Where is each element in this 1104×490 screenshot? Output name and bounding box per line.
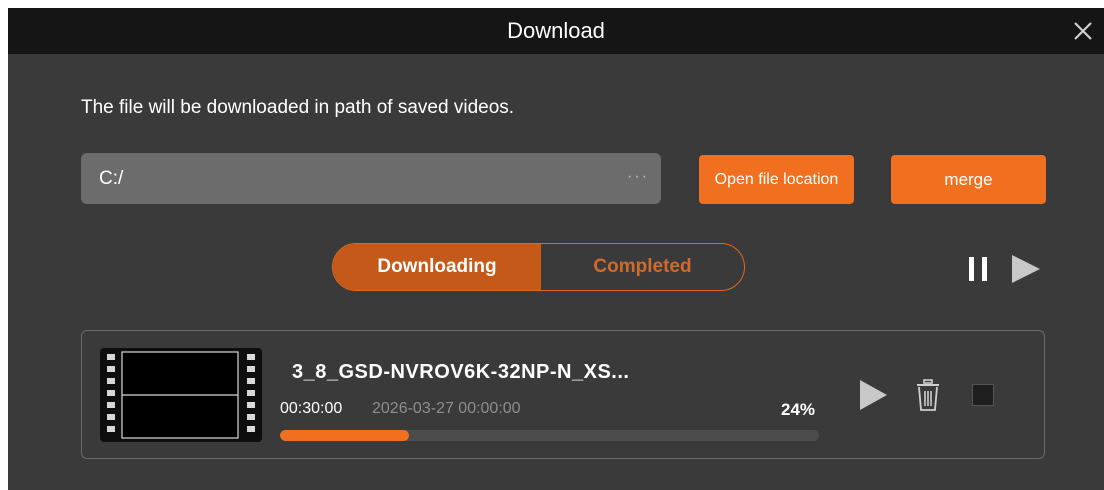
date-text: 2026-03-27 00:00:00 — [372, 400, 521, 417]
tab-downloading[interactable]: Downloading — [333, 244, 541, 290]
download-window: Download The file will be downloaded in … — [8, 8, 1104, 490]
play-icon[interactable] — [858, 379, 888, 411]
progress-percent: 24% — [781, 400, 816, 419]
trash-icon[interactable] — [915, 378, 941, 412]
more-dots-icon[interactable]: ··· — [627, 153, 649, 201]
merge-button[interactable]: merge — [891, 155, 1046, 204]
play-icon[interactable] — [1008, 253, 1044, 285]
progress-bar — [280, 430, 819, 441]
open-file-location-button[interactable]: Open file location — [699, 155, 854, 204]
tab-group: Downloading Completed — [332, 243, 745, 291]
window-title: Download — [507, 18, 605, 43]
pause-icon[interactable] — [964, 255, 992, 283]
download-item: 3_8_GSD-NVROV6K-32NP-N_XS... 00:30:00 20… — [81, 330, 1045, 459]
duration-text: 00:30:00 — [280, 400, 343, 417]
title-bar: Download — [8, 8, 1104, 54]
progress-fill — [280, 430, 410, 441]
file-name: 3_8_GSD-NVROV6K-32NP-N_XS... — [292, 361, 630, 383]
path-value: C:/ — [99, 168, 124, 189]
info-text: The file will be downloaded in path of s… — [81, 97, 515, 118]
select-checkbox[interactable] — [972, 384, 994, 406]
close-icon[interactable] — [1068, 16, 1098, 46]
tab-completed[interactable]: Completed — [541, 244, 744, 290]
film-strip-icon — [100, 348, 262, 442]
path-field[interactable]: C:/ ··· — [81, 153, 661, 204]
